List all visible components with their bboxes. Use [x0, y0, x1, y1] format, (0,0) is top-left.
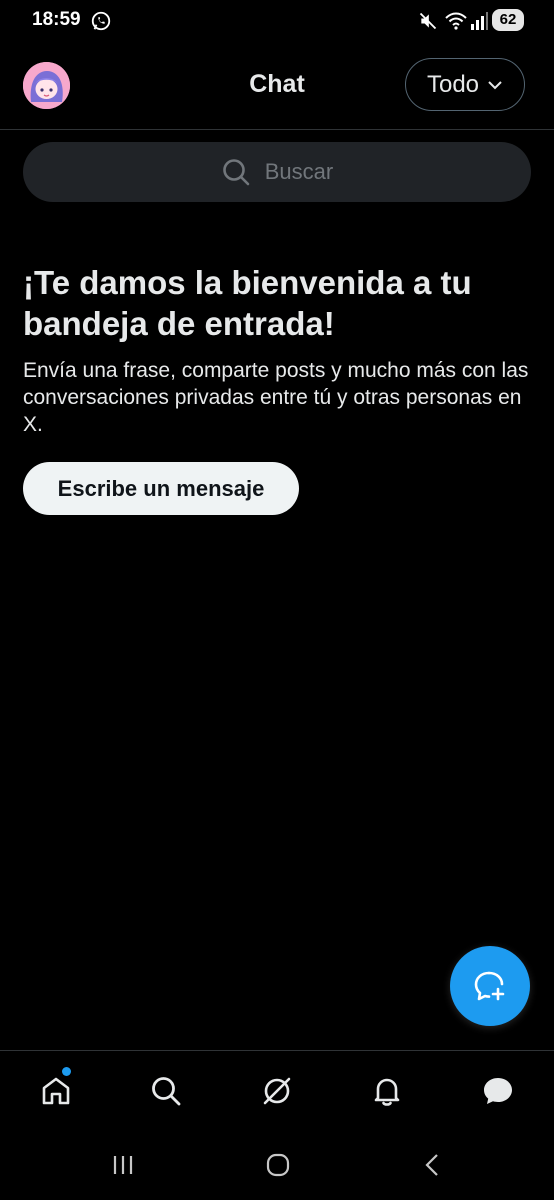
- whatsapp-icon: [91, 11, 111, 31]
- filter-dropdown[interactable]: Todo: [405, 58, 525, 111]
- bell-icon: [374, 1078, 400, 1106]
- nav-home[interactable]: [36, 1071, 76, 1111]
- search-placeholder: Buscar: [264, 159, 334, 184]
- chevron-down-icon: [488, 80, 502, 89]
- filter-label: Todo: [426, 70, 480, 98]
- header: Chat Todo: [0, 50, 554, 130]
- home-system-button[interactable]: [263, 1150, 293, 1180]
- search-icon: [222, 159, 250, 186]
- home-icon: [42, 1077, 70, 1105]
- recent-apps-button[interactable]: [108, 1150, 138, 1180]
- home-notification-dot: [62, 1067, 71, 1076]
- welcome-title: ¡Te damos la bienvenida a tu bandeja de …: [23, 264, 472, 342]
- nav-grok[interactable]: [257, 1071, 297, 1111]
- home-circle-icon: [266, 1153, 290, 1177]
- system-nav-bar: [0, 1128, 554, 1200]
- nav-messages[interactable]: [478, 1071, 518, 1111]
- back-button[interactable]: [418, 1150, 448, 1180]
- bottom-nav: [0, 1050, 554, 1128]
- signal-icon: [471, 12, 488, 30]
- search-icon: [152, 1077, 181, 1106]
- battery-indicator: 62: [492, 9, 524, 31]
- nav-search[interactable]: [146, 1071, 186, 1111]
- new-message-button[interactable]: [450, 946, 530, 1026]
- back-icon: [425, 1154, 438, 1176]
- welcome-description: Envía una frase, comparte posts y mucho …: [23, 359, 529, 436]
- status-time: 18:59: [32, 9, 81, 30]
- write-message-button[interactable]: Escribe un mensaje: [23, 462, 299, 515]
- wifi-icon: [445, 12, 467, 30]
- search-input[interactable]: Buscar: [23, 142, 531, 202]
- new-chat-icon: [474, 971, 505, 1001]
- mute-icon: [419, 12, 437, 30]
- grok-icon: [263, 1077, 291, 1105]
- status-bar: 18:59 62: [0, 0, 554, 44]
- recent-apps-icon: [113, 1156, 133, 1174]
- nav-notifications[interactable]: [367, 1071, 407, 1111]
- messages-icon: [484, 1078, 512, 1104]
